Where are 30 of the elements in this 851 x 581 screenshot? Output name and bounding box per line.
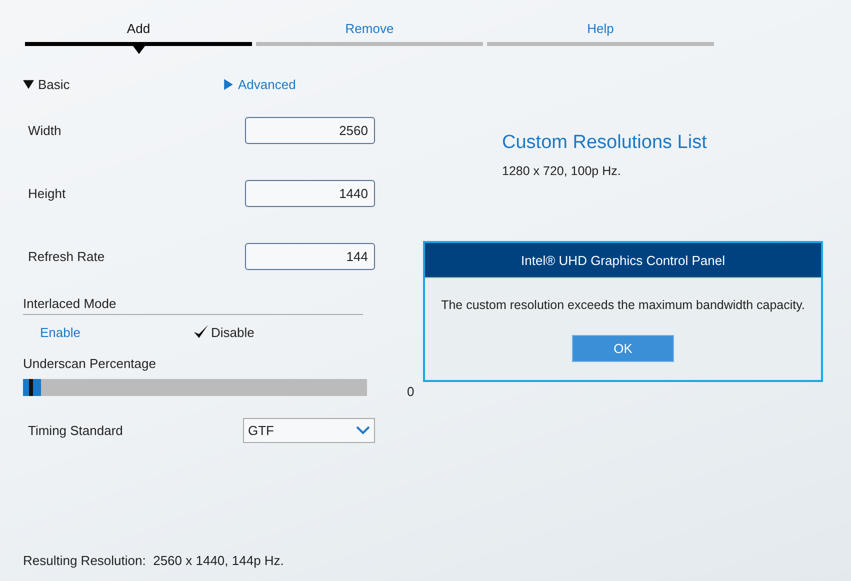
tab[interactable]: Add xyxy=(25,21,252,46)
tab[interactable]: Help xyxy=(487,21,714,46)
slider-track[interactable] xyxy=(23,379,367,396)
slider-thumb[interactable] xyxy=(23,379,41,396)
section-heading: Interlaced Mode xyxy=(23,296,116,311)
section-toggle[interactable]: Basic xyxy=(23,69,223,99)
triangle-right-icon xyxy=(223,78,234,90)
slider-label: Underscan Percentage xyxy=(23,356,156,371)
dropdown[interactable]: GTF xyxy=(243,418,375,442)
tab[interactable]: Remove xyxy=(256,21,483,46)
field-label: Height xyxy=(28,186,66,201)
check-icon xyxy=(193,324,209,340)
list-item[interactable]: 1280 x 720, 100p Hz. xyxy=(502,164,707,178)
input-field[interactable]: 2560 xyxy=(245,117,375,144)
radio-option[interactable]: Enable xyxy=(40,322,193,342)
radio-option[interactable]: Disable xyxy=(193,322,346,342)
field-label: Refresh Rate xyxy=(28,249,105,264)
chevron-down-icon xyxy=(356,426,370,434)
list-title: Custom Resolutions List xyxy=(502,132,707,154)
field-label: Width xyxy=(28,123,62,138)
dialog-title: Intel® UHD Graphics Control Panel xyxy=(425,243,821,278)
field-label: Timing Standard xyxy=(28,422,123,438)
slider-reading: 0 xyxy=(407,384,414,399)
dialog-message: The custom resolution exceeds the maximum bandwidth capacity. xyxy=(441,298,805,312)
input-field[interactable]: 144 xyxy=(245,243,375,270)
input-field[interactable]: 1440 xyxy=(245,180,375,207)
section-toggle[interactable]: Advanced xyxy=(223,69,423,99)
pointer-icon xyxy=(132,46,144,54)
triangle-down-icon xyxy=(23,78,34,90)
resulting-resolution: Resulting Resolution: 2560 x 1440, 144p Hz. xyxy=(23,553,284,568)
